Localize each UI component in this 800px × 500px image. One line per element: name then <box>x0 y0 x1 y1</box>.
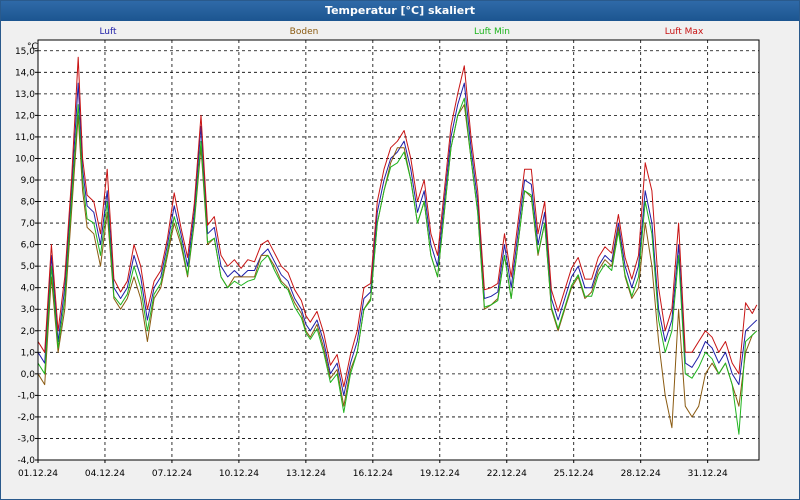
chart-window: Temperatur [°C] skaliert Luft Boden Luft M… <box>0 0 800 500</box>
x-tick-label: 31.12.24 <box>688 469 728 479</box>
y-tick-label: -4,0 <box>17 456 35 466</box>
window-title: Temperatur [°C] skaliert <box>1 1 799 21</box>
y-tick-label: 11,0 <box>15 133 35 143</box>
y-tick-label: -3,0 <box>17 434 35 444</box>
y-tick-label: 6,0 <box>21 241 36 251</box>
y-tick-label: 4,0 <box>21 284 36 294</box>
y-tick-label: 7,0 <box>21 219 36 229</box>
y-tick-label: 9,0 <box>21 176 36 186</box>
y-tick-label: 12,0 <box>15 111 35 121</box>
y-tick-label: 15,0 <box>15 47 35 57</box>
y-tick-label: 5,0 <box>21 262 36 272</box>
y-tick-label: 3,0 <box>21 305 36 315</box>
y-tick-label: 13,0 <box>15 90 35 100</box>
legend-item: Boden <box>290 27 319 37</box>
temperature-chart: Luft Boden Luft Min Luft Max°C-4,0-3,0-2,0-… <box>15 27 760 479</box>
y-tick-label: 14,0 <box>15 68 35 78</box>
legend-item: Luft Max <box>665 27 704 37</box>
x-tick-label: 22.12.24 <box>487 469 527 479</box>
x-tick-label: 13.12.24 <box>286 469 326 479</box>
x-tick-label: 10.12.24 <box>219 469 259 479</box>
x-tick-label: 25.12.24 <box>554 469 594 479</box>
x-tick-label: 28.12.24 <box>621 469 661 479</box>
x-tick-label: 01.12.24 <box>18 469 58 479</box>
x-tick-label: 16.12.24 <box>353 469 393 479</box>
x-tick-label: 04.12.24 <box>85 469 125 479</box>
y-tick-label: 10,0 <box>15 154 35 164</box>
y-tick-label: 2,0 <box>21 327 36 337</box>
y-tick-label: 0,0 <box>21 370 36 380</box>
plot-area <box>37 39 760 461</box>
legend-item: Luft Min <box>474 27 510 37</box>
legend-item: Luft <box>99 27 117 37</box>
x-tick-label: 19.12.24 <box>420 469 460 479</box>
y-tick-label: 8,0 <box>21 198 36 208</box>
y-tick-label: 1,0 <box>21 348 36 358</box>
y-tick-label: -1,0 <box>17 391 35 401</box>
x-tick-label: 07.12.24 <box>152 469 192 479</box>
y-tick-label: -2,0 <box>17 413 35 423</box>
